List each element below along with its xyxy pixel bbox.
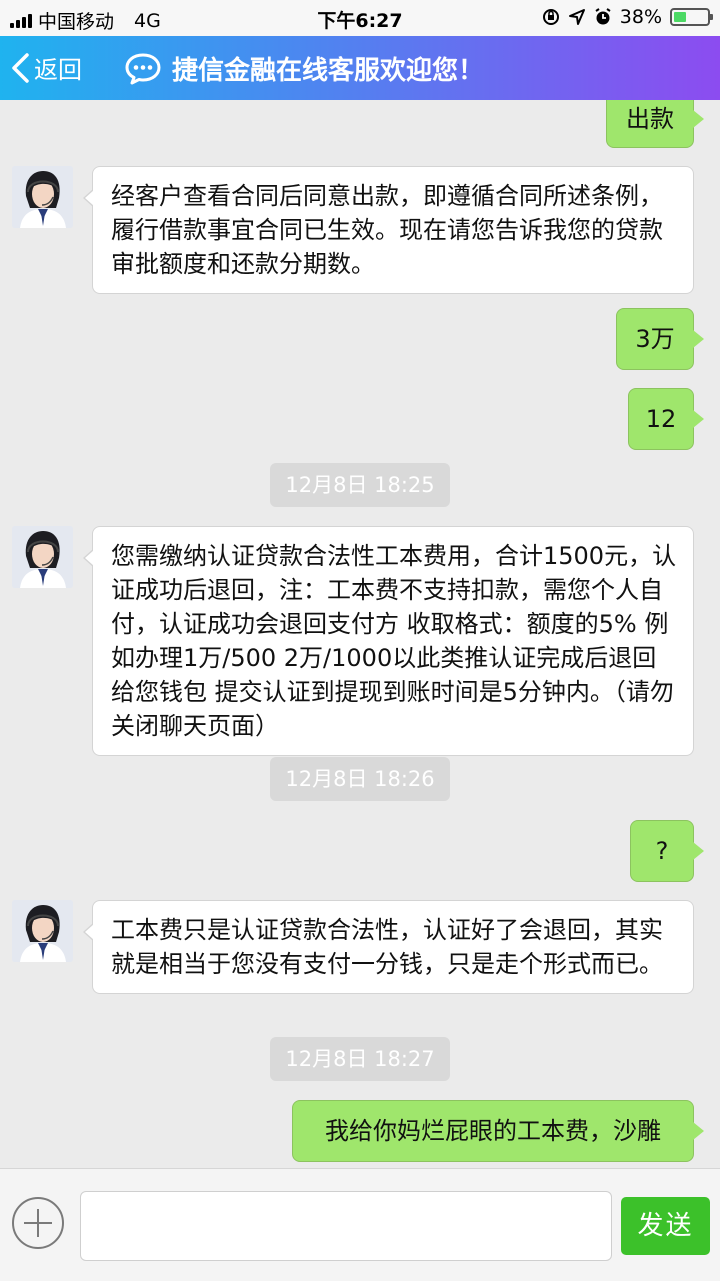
agent-message-bubble: 您需缴纳认证贷款合法性工本费用，合计1500元，认证成功后退回，注：工本费不支持… <box>83 526 694 756</box>
message-text: 3万 <box>635 325 675 353</box>
user-message-bubble: 12 <box>628 388 704 450</box>
message-text: ? <box>655 837 669 865</box>
rotation-lock-icon <box>542 9 559 25</box>
battery-percent: 38% <box>619 6 662 28</box>
user-message-bubble: ? <box>630 820 704 882</box>
message-input[interactable] <box>80 1191 612 1261</box>
message-text: 经客户查看合同后同意出款，即遵循合同所述条例，履行借款事宜合同已生效。现在请您告… <box>111 182 663 278</box>
chat-header: 返回 捷信金融在线客服欢迎您！ <box>0 36 720 100</box>
agent-avatar[interactable] <box>12 526 73 588</box>
agent-avatar-image <box>12 526 73 588</box>
message-text: 12 <box>645 405 677 433</box>
status-right: 38% <box>542 6 713 28</box>
user-message-bubble: 我给你妈烂屁眼的工本费，沙雕 <box>292 1100 704 1162</box>
agent-message-bubble: 经客户查看合同后同意出款，即遵循合同所述条例，履行借款事宜合同已生效。现在请您告… <box>83 166 694 294</box>
alarm-icon <box>595 8 611 25</box>
chat-messages[interactable]: 出款 经客户查看合同后同意出款，即遵循合同所述条例，履行借款事宜合同已生效。现在… <box>0 100 720 1168</box>
message-text: 我给你妈烂屁眼的工本费，沙雕 <box>325 1117 661 1145</box>
agent-message-bubble: 工本费只是认证贷款合法性，认证好了会退回，其实就是相当于您没有支付一分钱，只是走… <box>83 900 694 994</box>
message-text: 工本费只是认证贷款合法性，认证好了会退回，其实就是相当于您没有支付一分钱，只是走… <box>111 916 663 978</box>
timestamp: 12月8日 18:27 <box>270 1037 450 1081</box>
header-title-group: 捷信金融在线客服欢迎您！ <box>124 50 484 87</box>
message-text: 您需缴纳认证贷款合法性工本费用，合计1500元，认证成功后退回，注：工本费不支持… <box>111 542 677 740</box>
page-title: 捷信金融在线客服欢迎您！ <box>172 56 485 86</box>
location-icon <box>568 9 585 25</box>
message-text: 出款 <box>626 105 674 133</box>
agent-avatar-image <box>12 166 73 228</box>
user-message-bubble: 出款 <box>606 100 704 148</box>
agent-avatar-image <box>12 900 73 962</box>
back-label: 返回 <box>34 56 82 84</box>
input-bar: 发送 <box>0 1168 720 1281</box>
chevron-left-icon <box>12 52 29 83</box>
battery-icon <box>670 8 713 26</box>
status-bar: 中国移动 4G 下午6:27 38% <box>0 0 720 36</box>
add-attachment-button[interactable] <box>12 1197 64 1249</box>
agent-avatar[interactable] <box>12 166 73 228</box>
timestamp: 12月8日 18:25 <box>270 463 450 507</box>
timestamp: 12月8日 18:26 <box>270 757 450 801</box>
user-message-bubble: 3万 <box>616 308 704 370</box>
agent-avatar[interactable] <box>12 900 73 962</box>
send-button[interactable]: 发送 <box>621 1197 710 1255</box>
chat-bubble-icon <box>125 53 161 84</box>
back-button[interactable]: 返回 <box>10 50 82 85</box>
